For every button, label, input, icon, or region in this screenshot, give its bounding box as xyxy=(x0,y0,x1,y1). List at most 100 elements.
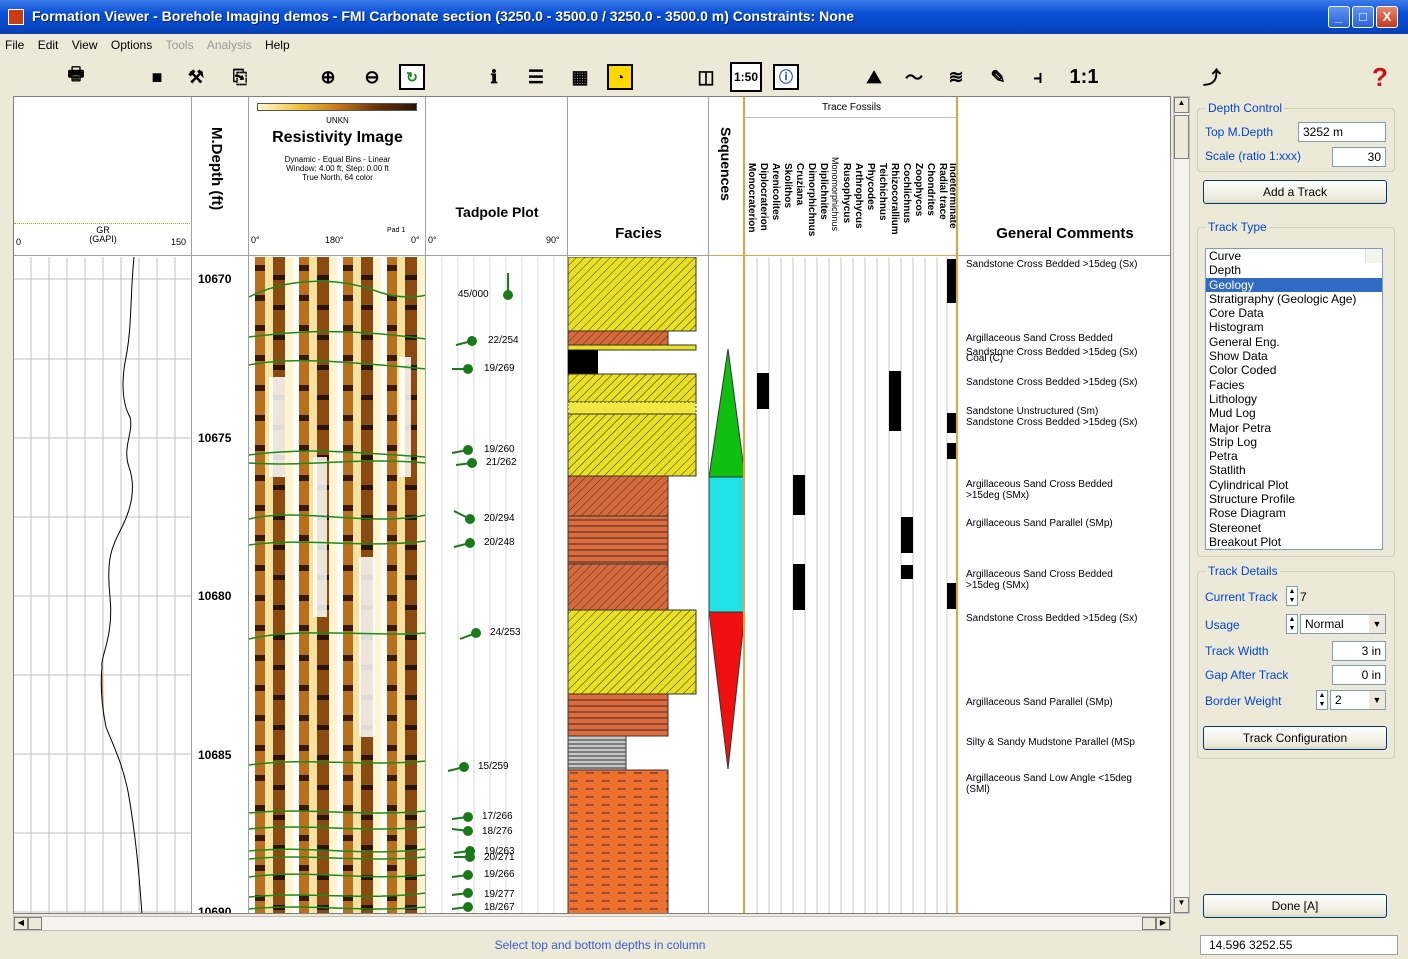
close-button[interactable]: X xyxy=(1376,6,1398,28)
multi-curve-icon[interactable]: ≋ xyxy=(940,61,972,93)
tadpole-track[interactable]: Tadpole Plot 0° 90° 45/000 22/254 19/269… xyxy=(426,97,568,913)
track-configuration-button[interactable]: Track Configuration xyxy=(1203,726,1387,750)
track-type-item[interactable]: Structure Profile xyxy=(1206,492,1382,506)
tools-icon[interactable]: ⚒ xyxy=(180,61,212,93)
track-width-input[interactable]: 3 in xyxy=(1332,641,1386,661)
scroll-thumb[interactable] xyxy=(1142,917,1156,930)
comment-text: >15deg (SMx) xyxy=(966,580,1030,591)
one-to-one-button[interactable]: 1:1 xyxy=(1068,61,1100,93)
scroll-down-icon[interactable]: ▼ xyxy=(1174,897,1189,913)
scroll-up-icon[interactable]: ▲ xyxy=(1174,97,1189,113)
track-type-item[interactable]: Geology xyxy=(1206,277,1382,292)
track-type-item[interactable]: Color Coded xyxy=(1206,363,1382,377)
fossil-column-label: Monocraterion xyxy=(746,163,757,233)
gauge-icon[interactable]: ◔ xyxy=(604,61,636,93)
menu-options[interactable]: Options xyxy=(106,36,157,54)
minimize-button[interactable]: _ xyxy=(1328,6,1350,28)
gap-input[interactable]: 0 in xyxy=(1332,665,1386,685)
comment-text: Silty & Sandy Mudstone Parallel (MSp xyxy=(966,737,1135,748)
border-weight-select[interactable]: 2 ▼ xyxy=(1330,690,1386,710)
scroll-left-icon[interactable]: ◀ xyxy=(14,917,28,930)
zoom-out-icon[interactable]: ⊖ xyxy=(356,61,388,93)
facies-title: Facies xyxy=(615,225,662,242)
track-type-item[interactable]: Breakout Plot xyxy=(1206,535,1382,549)
track-type-item[interactable]: Show Data xyxy=(1206,349,1382,363)
facies-track[interactable]: Facies xyxy=(568,97,709,913)
add-track-button[interactable]: Add a Track xyxy=(1203,180,1387,204)
scroll-thumb[interactable] xyxy=(1174,115,1189,159)
menu-help[interactable]: Help xyxy=(260,36,295,54)
maximize-button[interactable]: □ xyxy=(1352,6,1374,28)
usage-spinner[interactable]: ▲ ▼ xyxy=(1286,614,1298,634)
window-title: Formation Viewer - Borehole Imaging demo… xyxy=(32,8,855,24)
help-icon[interactable]: ? xyxy=(1364,61,1396,93)
track-type-item[interactable]: Statlith xyxy=(1206,463,1382,477)
gr-curve-plot xyxy=(14,257,191,913)
horizontal-scrollbar[interactable]: ◀ ▶ xyxy=(13,916,1171,931)
track-type-item[interactable]: Curve xyxy=(1206,249,1382,263)
print-icon[interactable]: 🖶 xyxy=(60,61,92,93)
track-type-item[interactable]: Core Data xyxy=(1206,306,1382,320)
fossil-column-label: Zoophycos xyxy=(913,163,924,217)
track-type-item[interactable]: Major Petra xyxy=(1206,421,1382,435)
track-layout-icon[interactable]: ◫ xyxy=(690,61,722,93)
copy-icon[interactable]: ⎘ xyxy=(224,61,256,93)
track-type-item[interactable]: Rose Diagram xyxy=(1206,506,1382,520)
log-viewer[interactable]: GR (GAPI) 0 150 M.Depth (ft) 10670 10675… xyxy=(13,96,1171,914)
track-type-item[interactable]: Lithology xyxy=(1206,392,1382,406)
track-type-item[interactable]: Stereonet xyxy=(1206,521,1382,535)
curve-icon[interactable]: 〜 xyxy=(898,61,930,93)
trace-fossils-track[interactable]: Trace Fossils Monocraterion Diplocrateri… xyxy=(745,97,958,913)
vertical-scrollbar[interactable]: ▲ ▼ xyxy=(1173,96,1190,914)
track-width-label: Track Width xyxy=(1205,644,1269,658)
axis-label: 180° xyxy=(325,235,344,245)
menu-view[interactable]: View xyxy=(67,36,103,54)
track-type-item[interactable]: General Eng. xyxy=(1206,335,1382,349)
fossil-column-label: Diplichnites xyxy=(818,163,829,220)
track-type-item[interactable]: Mud Log xyxy=(1206,406,1382,420)
resistivity-image-track[interactable]: UNKN Resistivity Image Dynamic - Equal B… xyxy=(249,97,426,913)
general-comments-track[interactable]: General Comments Sandstone Cross Bedded … xyxy=(958,97,1170,913)
current-track-spinner[interactable]: ▲ ▼ xyxy=(1286,586,1298,606)
comment-text: >15deg (SMx) xyxy=(966,490,1030,501)
app-icon[interactable] xyxy=(8,9,24,25)
exit-icon[interactable]: ⤴ xyxy=(1196,61,1228,93)
track-type-item[interactable]: Petra xyxy=(1206,449,1382,463)
document-list-icon[interactable]: ☰ xyxy=(520,61,552,93)
scroll-right-icon[interactable]: ▶ xyxy=(1156,917,1170,930)
track-type-item[interactable]: Stratigraphy (Geologic Age) xyxy=(1206,292,1382,306)
usage-select[interactable]: Normal ▼ xyxy=(1300,614,1386,634)
track-type-list[interactable]: Curve Depth Geology Stratigraphy (Geologic … xyxy=(1205,248,1383,550)
edit-pencil-icon[interactable]: ✎ xyxy=(982,61,1014,93)
grid-icon[interactable]: ▦ xyxy=(564,61,596,93)
refresh-icon[interactable]: ↻ xyxy=(396,61,428,93)
track-type-item[interactable]: Cylindrical Plot xyxy=(1206,478,1382,492)
scroll-thumb[interactable] xyxy=(28,917,42,930)
sequences-track[interactable]: Sequences xyxy=(709,97,745,913)
track-type-item[interactable]: Histogram xyxy=(1206,320,1382,334)
border-weight-spinner[interactable]: ▲ ▼ xyxy=(1316,690,1328,710)
menu-file[interactable]: File xyxy=(0,36,29,54)
scale-icon[interactable]: 1:50 xyxy=(729,61,763,93)
info-person-icon[interactable]: ℹ xyxy=(478,61,510,93)
chart-icon[interactable]: ⛰ xyxy=(858,61,890,93)
save-icon[interactable]: ■ xyxy=(141,61,173,93)
track-type-scrollbar[interactable] xyxy=(1365,249,1382,264)
depth-track[interactable]: M.Depth (ft) 10670 10675 10680 10685 106… xyxy=(192,97,249,913)
scale-input[interactable]: 30 xyxy=(1332,147,1386,167)
track-type-item[interactable]: Facies xyxy=(1206,378,1382,392)
scale-label: Scale (ratio 1:xxx) xyxy=(1205,149,1302,163)
track-type-item[interactable]: Strip Log xyxy=(1206,435,1382,449)
gr-track[interactable]: GR (GAPI) 0 150 xyxy=(14,97,192,913)
comment-text: Sandstone Cross Bedded >15deg (Sx) xyxy=(966,417,1138,428)
depth-marker-icon[interactable]: ⫞ xyxy=(1022,61,1054,93)
info-icon[interactable]: ⓘ xyxy=(770,61,802,93)
track-type-item[interactable]: Depth xyxy=(1206,263,1382,277)
menu-edit[interactable]: Edit xyxy=(33,36,64,54)
fossil-column-label: Cruziana xyxy=(794,163,805,206)
done-button[interactable]: Done [A] xyxy=(1203,894,1387,918)
chevron-down-icon[interactable]: ▼ xyxy=(1369,615,1385,633)
top-depth-input[interactable]: 3252 m xyxy=(1298,122,1386,142)
zoom-in-icon[interactable]: ⊕ xyxy=(312,61,344,93)
chevron-down-icon[interactable]: ▼ xyxy=(1369,691,1385,709)
